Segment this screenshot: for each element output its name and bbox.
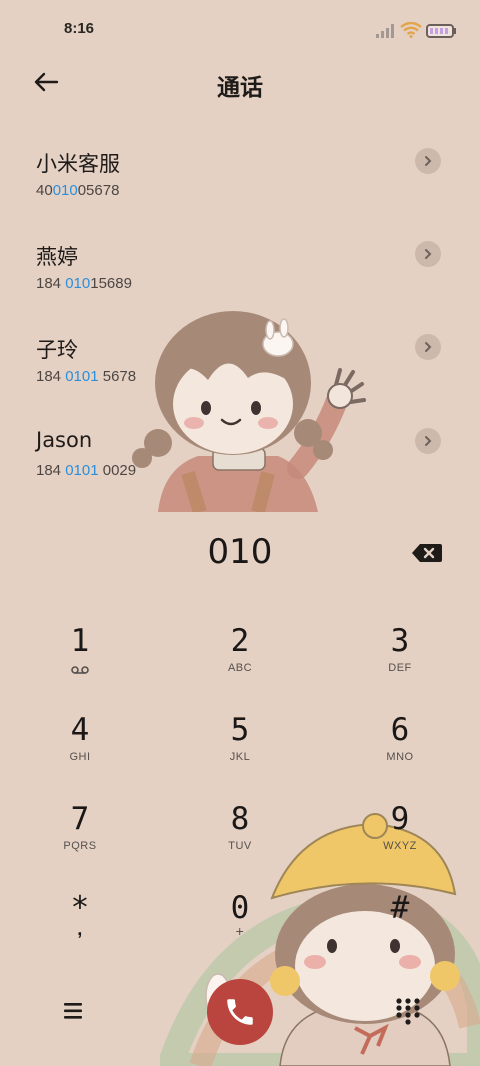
key-hash[interactable]: #	[330, 889, 470, 973]
contact-item[interactable]: 燕婷 184 01015689	[0, 241, 480, 334]
key-digit: 6	[390, 712, 410, 748]
key-letters: DEF	[388, 662, 412, 674]
contact-name: 小米客服	[36, 152, 120, 176]
call-button[interactable]	[207, 979, 273, 1045]
key-letters: PQRS	[63, 840, 97, 852]
key-star[interactable]: * ,	[10, 889, 150, 973]
contact-number: 184 0101 0029	[36, 462, 137, 479]
key-digit: 1	[70, 623, 90, 659]
contact-item[interactable]: 子玲 184 0101 5678	[0, 334, 480, 427]
key-digit: 7	[70, 801, 90, 837]
key-letters: JKL	[229, 751, 251, 763]
contact-item[interactable]: 小米客服 4001005678	[0, 148, 480, 241]
contact-number: 4001005678	[36, 182, 120, 199]
signal-icon	[376, 24, 394, 38]
key-letters: ABC	[227, 662, 253, 674]
contact-detail-button[interactable]	[415, 334, 441, 360]
key-digit: 3	[390, 623, 410, 659]
key-6[interactable]: 6 MNO	[330, 711, 470, 795]
key-7[interactable]: 7 PQRS	[10, 800, 150, 884]
key-letters: GHI	[69, 751, 91, 763]
phone-icon	[227, 999, 253, 1025]
contact-detail-button[interactable]	[415, 241, 441, 267]
key-0[interactable]: 0 +	[170, 889, 310, 973]
key-letters: WXYZ	[383, 840, 417, 852]
wifi-icon	[400, 22, 422, 38]
menu-button[interactable]	[58, 996, 88, 1026]
key-1[interactable]: 1	[10, 622, 150, 706]
voicemail-icon	[71, 666, 89, 674]
page-title: 通话	[217, 75, 263, 101]
status-bar: 8:16	[0, 0, 480, 60]
key-letters: MNO	[386, 751, 414, 763]
key-digit: 4	[70, 712, 90, 748]
chevron-right-icon	[425, 249, 432, 259]
key-3[interactable]: 3 DEF	[330, 622, 470, 706]
key-letters: TUV	[228, 840, 252, 852]
key-2[interactable]: 2 ABC	[170, 622, 310, 706]
key-letters: +	[235, 923, 245, 939]
key-digit: 2	[230, 623, 250, 659]
battery-icon	[426, 24, 454, 38]
key-digit: 9	[390, 801, 410, 837]
status-time: 8:16	[64, 20, 95, 37]
key-4[interactable]: 4 GHI	[10, 711, 150, 795]
menu-icon	[64, 1003, 82, 1019]
dialpad-icon	[396, 998, 420, 1025]
key-digit: 8	[230, 801, 250, 837]
dialpad-button[interactable]	[394, 996, 422, 1026]
contact-number: 184 0101 5678	[36, 368, 137, 385]
key-digit: 0	[230, 890, 250, 926]
contact-name: Jason	[36, 428, 93, 452]
key-5[interactable]: 5 JKL	[170, 711, 310, 795]
key-9[interactable]: 9 WXYZ	[330, 800, 470, 884]
key-8[interactable]: 8 TUV	[170, 800, 310, 884]
key-digit: #	[390, 890, 410, 926]
contact-item[interactable]: Jason 184 0101 0029	[0, 428, 480, 521]
contact-name: 燕婷	[36, 245, 78, 269]
chevron-right-icon	[425, 156, 432, 166]
key-digit: 5	[230, 712, 250, 748]
contact-number: 184 01015689	[36, 275, 132, 292]
backspace-icon	[412, 544, 442, 562]
battery-tip	[454, 28, 456, 34]
contact-detail-button[interactable]	[415, 148, 441, 174]
key-letters: ,	[77, 919, 83, 939]
chevron-right-icon	[425, 342, 432, 352]
dialed-number[interactable]: 010	[0, 532, 480, 572]
contact-name: 子玲	[36, 338, 78, 362]
backspace-button[interactable]	[410, 540, 444, 566]
chevron-right-icon	[425, 436, 432, 446]
contact-detail-button[interactable]	[415, 428, 441, 454]
